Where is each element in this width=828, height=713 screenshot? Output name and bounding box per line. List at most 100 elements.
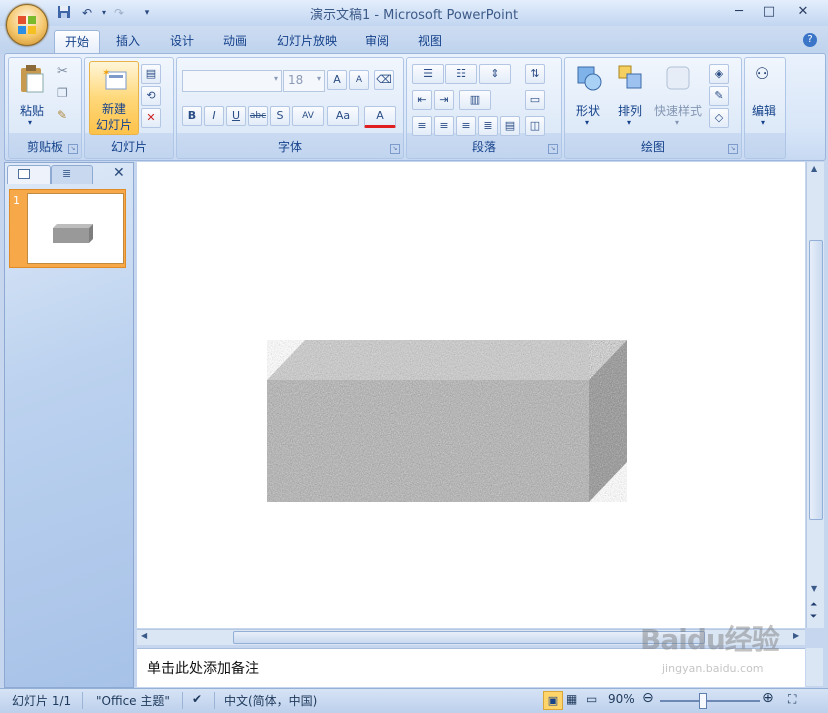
spell-check-icon[interactable]: ✔ [192,692,202,706]
slideshow-view-icon[interactable]: ▭ [586,692,597,706]
grow-font-button[interactable]: A [327,70,347,90]
shrink-font-button[interactable]: A [349,70,369,90]
clipboard-launcher-icon[interactable]: ↘ [68,144,78,154]
smartart-icon[interactable]: ◫ [525,116,545,136]
strikethrough-button[interactable]: abc [248,106,268,126]
editing-label: 编辑 [751,104,776,118]
tab-insert[interactable]: 插入 [108,30,148,52]
thumbnail-cuboid [53,224,93,243]
next-slide-icon[interactable]: ⏷ [810,612,817,622]
scroll-left-icon[interactable]: ◀ [141,631,147,640]
copy-icon[interactable]: ❐ [57,86,68,100]
font-size-combo[interactable]: 18 ▾ [283,70,325,92]
distributed-icon[interactable]: ▤ [500,116,520,136]
align-right-icon[interactable]: ≡ [456,116,476,136]
drawing-group-label: 绘图 [640,140,665,154]
redo-icon[interactable]: ↷ [110,5,128,21]
line-spacing-icon[interactable]: ⇕ [479,64,511,84]
font-name-combo[interactable]: ▾ [182,70,282,92]
slide-sorter-icon[interactable]: ▦ [566,692,577,706]
shape-outline-icon[interactable]: ✎ [709,86,729,106]
font-color-button[interactable]: A [364,106,396,128]
zoom-in-icon[interactable]: ⊕ [762,690,774,706]
undo-icon[interactable]: ↶ [78,5,96,21]
italic-button[interactable]: I [204,106,224,126]
underline-button[interactable]: U [226,106,246,126]
quick-styles-icon [666,66,690,90]
justify-icon[interactable]: ≣ [478,116,498,136]
change-case-button[interactable]: Aa [327,106,359,126]
help-icon[interactable]: ? [803,33,817,47]
zoom-slider-track[interactable] [660,700,760,702]
shapes-button[interactable]: 形状 ▾ [569,62,607,134]
scroll-right-icon[interactable]: ▶ [793,631,799,640]
new-slide-label-line2: 幻灯片 [95,118,132,132]
customize-qat-icon[interactable]: ▾ [138,5,156,21]
zoom-out-icon[interactable]: ⊖ [642,690,654,706]
new-slide-button[interactable]: ✶ 新建 幻灯片 [89,61,139,135]
layout-icon[interactable]: ▤ [141,64,161,84]
paragraph-launcher-icon[interactable]: ↘ [548,144,558,154]
slides-tab[interactable] [7,165,51,184]
font-name-dropdown-icon[interactable]: ▾ [274,74,278,83]
quick-styles-button[interactable]: 快速样式 ▾ [651,62,705,134]
close-button[interactable]: ✕ [790,2,816,22]
font-launcher-icon[interactable]: ↘ [390,144,400,154]
close-panel-icon[interactable]: ✕ [113,165,125,181]
font-size-dropdown-icon[interactable]: ▾ [317,74,321,83]
bullets-icon[interactable]: ☰ [412,64,444,84]
align-text-icon[interactable]: ▭ [525,90,545,110]
numbering-icon[interactable]: ☷ [445,64,477,84]
vertical-scrollbar[interactable]: ▲ ▼ ⏶ ⏷ [806,162,824,628]
office-button[interactable] [6,4,48,46]
font-group-label: 字体 [277,140,302,154]
cut-icon[interactable]: ✂ [57,64,68,79]
editing-group: ⚇ 编辑 ▾ [744,57,786,159]
shape-effects-icon[interactable]: ◇ [709,108,729,128]
columns-icon[interactable]: ▥ [459,90,491,110]
tab-home[interactable]: 开始 [54,30,100,53]
reset-icon[interactable]: ⟲ [141,86,161,106]
minimize-button[interactable]: ─ [726,2,752,22]
notes-scrollbar[interactable] [806,648,823,686]
char-spacing-button[interactable]: AV [292,106,324,126]
drawing-launcher-icon[interactable]: ↘ [728,144,738,154]
text-direction-icon[interactable]: ⇅ [525,64,545,84]
delete-slide-icon[interactable]: ✕ [141,108,161,128]
editing-button[interactable]: ⚇ 编辑 ▾ [747,62,781,132]
tab-animation[interactable]: 动画 [215,30,255,52]
zoom-level[interactable]: 90% [608,692,635,706]
align-left-icon[interactable]: ≡ [412,116,432,136]
maximize-button[interactable]: □ [756,2,782,22]
decrease-indent-icon[interactable]: ⇤ [412,90,432,110]
bold-button[interactable]: B [182,106,202,126]
clear-format-icon[interactable]: ⌫ [374,70,394,90]
text-shadow-button[interactable]: S [270,106,290,126]
vertical-scroll-thumb[interactable] [809,240,823,520]
zoom-slider-thumb[interactable] [699,693,707,709]
slide-thumbnail-selected[interactable]: 1 [9,189,126,268]
format-painter-icon[interactable]: ✎ [57,108,67,122]
shape-fill-icon[interactable]: ◈ [709,64,729,84]
granite-cuboid-shape[interactable] [267,340,629,504]
horizontal-scroll-thumb[interactable] [233,631,705,644]
scroll-down-icon[interactable]: ▼ [811,584,817,593]
normal-view-icon[interactable]: ▣ [543,691,563,710]
align-center-icon[interactable]: ≡ [434,116,454,136]
tab-review[interactable]: 审阅 [357,30,397,52]
scroll-up-icon[interactable]: ▲ [811,164,817,173]
slide-canvas[interactable] [137,162,805,628]
arrange-button[interactable]: 排列 ▾ [611,62,649,134]
paste-button[interactable]: 粘贴 ▾ [15,62,49,132]
tab-slideshow[interactable]: 幻灯片放映 [270,30,344,52]
outline-tab[interactable]: ≣ [51,165,93,184]
save-icon[interactable] [55,5,73,21]
previous-slide-icon[interactable]: ⏶ [810,600,817,610]
tab-design[interactable]: 设计 [162,30,202,52]
svg-text:✶: ✶ [102,68,110,79]
increase-indent-icon[interactable]: ⇥ [434,90,454,110]
clipboard-group: 粘贴 ▾ ✂ ❐ ✎ 剪贴板 ↘ [8,57,82,159]
language[interactable]: 中文(简体，中国) [224,692,317,709]
fit-to-window-icon[interactable]: ⛶ [788,692,796,707]
tab-view[interactable]: 视图 [410,30,450,52]
